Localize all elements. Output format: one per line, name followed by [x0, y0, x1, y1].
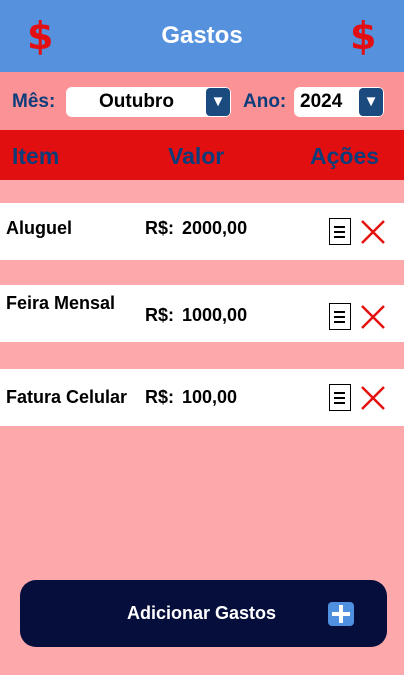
edit-document-icon[interactable]	[329, 384, 351, 411]
edit-document-icon[interactable]	[329, 218, 351, 245]
row-item-name: Fatura Celular	[6, 387, 128, 407]
delete-x-icon[interactable]	[360, 219, 386, 245]
currency-label: R$:	[145, 218, 175, 238]
add-expense-button[interactable]: Adicionar Gastos	[20, 580, 387, 647]
page-title: Gastos	[161, 22, 243, 49]
month-label: Mês:	[12, 91, 56, 112]
year-select-value: 2024	[300, 91, 343, 112]
chevron-down-icon[interactable]: ▼	[206, 88, 230, 116]
row-item-value: R$: 2000,00	[145, 218, 247, 239]
table-row: Aluguel R$: 2000,00	[0, 203, 404, 260]
edit-document-icon[interactable]	[329, 303, 351, 330]
currency-label: R$:	[145, 387, 175, 407]
table-row: Fatura Celular R$: 100,00	[0, 369, 404, 426]
row-item-value: R$: 100,00	[145, 387, 237, 408]
row-item-name: Aluguel	[6, 218, 72, 238]
chevron-down-icon[interactable]: ▼	[359, 88, 383, 116]
row-item-value: R$: 1000,00	[145, 305, 247, 326]
dollar-icon: $	[350, 14, 377, 58]
column-header-item: Item	[12, 143, 60, 169]
row-item-name: Feira Mensal	[6, 293, 116, 313]
table-header: Item Valor Ações	[0, 130, 404, 180]
column-header-actions: Ações	[310, 143, 380, 169]
dollar-icon: $	[27, 14, 54, 58]
currency-label: R$:	[145, 305, 175, 325]
amount: 1000,00	[182, 305, 248, 325]
year-label: Ano:	[243, 91, 287, 112]
month-select-value: Outubro	[99, 91, 174, 112]
year-select[interactable]: 2024 ▼	[294, 87, 384, 117]
month-select[interactable]: Outubro ▼	[66, 87, 231, 117]
amount: 2000,00	[182, 218, 248, 238]
delete-x-icon[interactable]	[360, 304, 386, 330]
plus-icon[interactable]	[328, 602, 354, 626]
delete-x-icon[interactable]	[360, 385, 386, 411]
table-row: Feira Mensal R$: 1000,00	[0, 285, 404, 342]
app-header: $ Gastos $	[0, 0, 404, 72]
amount: 100,00	[182, 387, 238, 407]
column-header-value: Valor	[168, 143, 225, 169]
